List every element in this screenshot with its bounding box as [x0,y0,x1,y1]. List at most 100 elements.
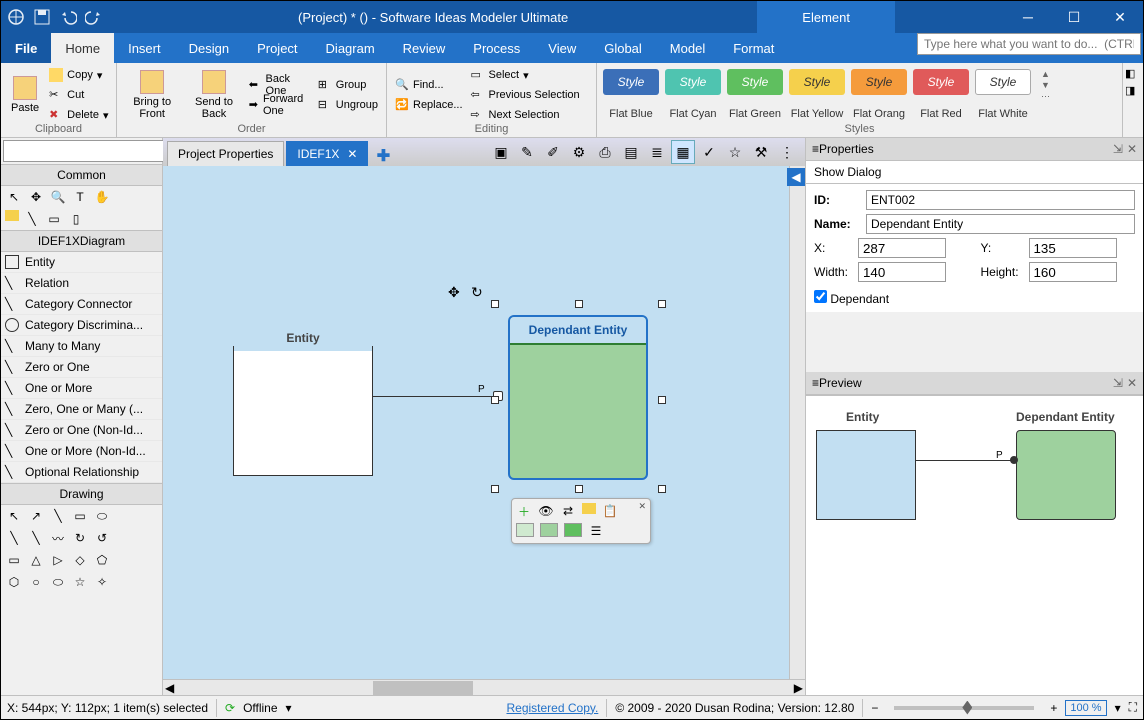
ribbon-help-icon[interactable]: ◨ [1125,84,1141,97]
folder-tool-icon[interactable] [5,210,19,221]
prev-selection-button[interactable]: ⇦Previous Selection [469,86,582,104]
tool-one-or-more[interactable]: ╲One or More [1,378,162,399]
quick-toolbar-close-icon[interactable]: ✕ [638,501,646,512]
id-field[interactable] [866,190,1135,210]
list-icon[interactable]: ☰ [588,523,604,539]
clipboard-icon[interactable]: 📋 [602,503,618,519]
menu-design[interactable]: Design [175,33,243,63]
send-to-back-button[interactable]: Send to Back [185,65,242,125]
horizontal-scrollbar[interactable]: ◀▶ [163,679,805,695]
resize-handle[interactable] [491,300,499,308]
menu-model[interactable]: Model [656,33,719,63]
tool-many-to-many[interactable]: ╲Many to Many [1,336,162,357]
visibility-icon[interactable]: 👁 [538,503,554,519]
ribbon-collapse-icon[interactable]: ◧ [1125,67,1141,80]
resize-handle[interactable] [658,396,666,404]
pointer-tool-icon[interactable]: ↖ [5,188,23,206]
x-field[interactable] [858,238,946,258]
canvas[interactable]: ✥ ↻ Entity P Dependant Entity ✕ [163,166,805,679]
select-button[interactable]: ▭Select ▾ [469,66,582,84]
tool-relation[interactable]: ╲Relation [1,273,162,294]
common-header[interactable]: Common [1,164,162,186]
zoom-out-button[interactable]: − [871,701,878,715]
toolbar-properties-icon[interactable]: ▦ [671,140,695,164]
toolbox-search-input[interactable] [3,140,182,162]
text-tool-icon[interactable]: T [71,188,89,206]
show-dialog-link[interactable]: Show Dialog [814,165,881,179]
bring-to-front-button[interactable]: Bring to Front [123,65,181,125]
maximize-button[interactable]: ☐ [1051,1,1097,33]
next-selection-button[interactable]: ⇨Next Selection [469,106,582,124]
entity-box[interactable]: Entity [233,346,373,476]
copy-button[interactable]: Copy ▾ [47,66,110,84]
toolbar-pens-icon[interactable]: ✐ [541,140,565,164]
zoom-level[interactable]: 100 % [1065,700,1106,716]
find-button[interactable]: 🔍Find... [393,76,465,94]
menu-home[interactable]: Home [51,33,114,63]
hand-tool-icon[interactable]: ✋ [93,188,111,206]
style-flat-green[interactable]: Style [727,69,783,95]
menu-project[interactable]: Project [243,33,311,63]
tool-optional-relationship[interactable]: ╲Optional Relationship [1,462,162,483]
menu-process[interactable]: Process [459,33,534,63]
tool-category-connector[interactable]: ╲Category Connector [1,294,162,315]
style-flat-cyan[interactable]: Style [665,69,721,95]
name-field[interactable] [866,214,1135,234]
toolbar-config-icon[interactable]: ⚒ [749,140,773,164]
add-icon[interactable]: ＋ [516,503,532,519]
drawing-header[interactable]: Drawing [1,483,162,505]
menu-review[interactable]: Review [389,33,460,63]
undo-icon[interactable] [59,8,77,26]
move-handle-icon[interactable]: ✥ [448,284,460,301]
move-tool-icon[interactable]: ✥ [27,188,45,206]
status-offline[interactable]: Offline [243,701,277,715]
ungroup-button[interactable]: ⊟Ungroup [316,96,380,114]
connect-icon[interactable]: ⇄ [560,503,576,519]
new-tab-button[interactable]: ✚ [370,146,396,166]
dependant-entity-box[interactable]: Dependant Entity [508,315,648,480]
resize-handle[interactable] [658,300,666,308]
pin-icon[interactable]: ⇲ [1113,142,1123,156]
style-more[interactable]: ⋯ [1041,91,1050,102]
style-flat-yellow[interactable]: Style [789,69,845,95]
forward-one-button[interactable]: ➡Forward One [247,96,312,114]
folder-icon[interactable] [582,503,596,514]
replace-button[interactable]: 🔁Replace... [393,96,465,114]
minimize-button[interactable]: ─ [1005,1,1051,33]
rect-tool-icon[interactable]: ▭ [45,210,63,228]
paste-button[interactable]: Paste [7,65,43,125]
fullscreen-icon[interactable]: ⛶ [1129,700,1137,715]
delete-button[interactable]: ✖Delete ▾ [47,106,110,124]
toolbar-favorites-icon[interactable]: ☆ [723,140,747,164]
style-flat-blue[interactable]: Style [603,69,659,95]
tool-zero-one-or-many[interactable]: ╲Zero, One or Many (... [1,399,162,420]
height-field[interactable] [1029,262,1117,282]
close-button[interactable]: ✕ [1097,1,1143,33]
back-one-button[interactable]: ⬅Back One [247,76,312,94]
tab-project-properties[interactable]: Project Properties [167,141,284,166]
toolbar-icon-1[interactable]: ▣ [489,140,513,164]
color-swatch-dark[interactable] [564,523,582,537]
redo-icon[interactable] [85,8,103,26]
zoom-tool-icon[interactable]: 🔍 [49,188,67,206]
resize-handle[interactable] [491,485,499,493]
color-swatch-medium[interactable] [540,523,558,537]
vertical-scrollbar[interactable] [789,166,805,679]
toolbar-validate-icon[interactable]: ✓ [697,140,721,164]
toolbar-edit-icon[interactable]: ✎ [515,140,539,164]
cut-button[interactable]: ✂Cut [47,86,110,104]
line-tool-icon[interactable]: ╲ [23,210,41,228]
idef-header[interactable]: IDEF1XDiagram [1,230,162,252]
tool-zero-or-one[interactable]: ╲Zero or One [1,357,162,378]
pin-icon[interactable]: ⇲ [1113,376,1123,390]
style-scroll-down[interactable]: ▼ [1041,80,1050,90]
tool-category-discriminator[interactable]: Category Discrimina... [1,315,162,336]
menu-global[interactable]: Global [590,33,656,63]
save-icon[interactable] [33,8,51,26]
width-field[interactable] [858,262,946,282]
menu-file[interactable]: File [1,33,51,63]
style-scroll-up[interactable]: ▲ [1041,69,1050,79]
container-tool-icon[interactable]: ▯ [67,210,85,228]
menu-diagram[interactable]: Diagram [312,33,389,63]
dependant-checkbox[interactable]: Dependant [814,292,889,306]
